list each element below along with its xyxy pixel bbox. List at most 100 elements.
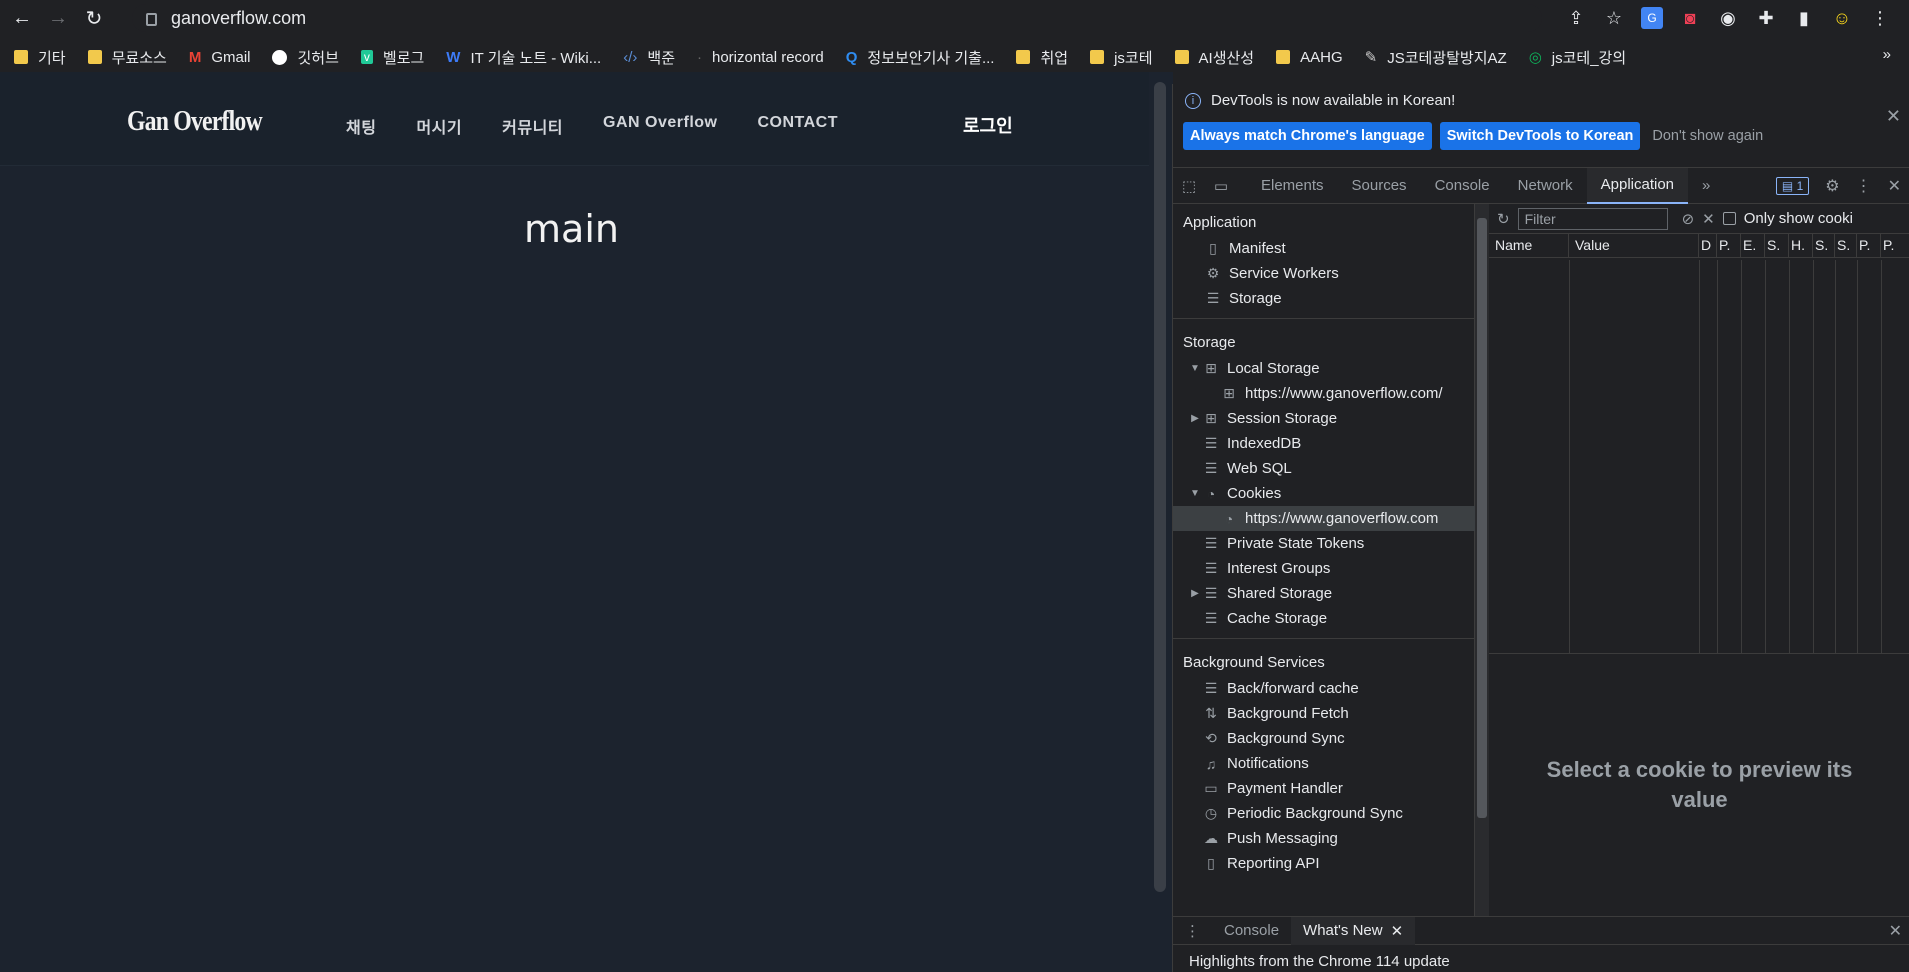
sidebar-item-notifications[interactable]: ♫ Notifications [1173,751,1475,776]
puzzle-icon[interactable]: ✚ [1755,7,1777,29]
expand-right-icon[interactable]: ▶ [1189,413,1201,424]
sidepanel-icon[interactable]: ▮ [1793,7,1815,29]
nav-misc[interactable]: 머시기 [416,114,462,138]
bookmark[interactable]: v 벨로그 [360,47,424,68]
sidebar-item-shared-storage[interactable]: ▶ ☰ Shared Storage [1173,581,1475,606]
sidebar-item-local-storage[interactable]: ▼ ⊞ Local Storage [1173,356,1475,381]
inspect-icon[interactable]: ⬚ [1173,170,1205,202]
nav-gan-overflow[interactable]: GAN Overflow [603,114,717,138]
drawer-menu-icon[interactable]: ⋮ [1173,917,1212,945]
sidebar-item-background-sync[interactable]: ⟲ Background Sync [1173,726,1475,751]
nav-contact[interactable]: CONTACT [757,114,838,138]
sidebar-item-cookies-origin[interactable]: ◔ https://www.ganoverflow.com [1173,506,1475,531]
device-toggle-icon[interactable]: ▭ [1205,170,1237,202]
col-size[interactable]: S. [1765,234,1789,257]
nav-chat[interactable]: 채팅 [346,114,376,138]
tab-elements[interactable]: Elements [1247,168,1338,204]
bookmarks-overflow[interactable]: » [1883,46,1891,63]
forward-arrow-icon[interactable]: → [44,4,72,32]
close-devtools-icon[interactable]: ✕ [1888,176,1901,196]
only-show-checkbox[interactable] [1722,212,1736,225]
sidebar-item-private-state-tokens[interactable]: ☰ Private State Tokens [1173,531,1475,556]
refresh-icon[interactable]: ↻ [1497,210,1510,228]
bookmark[interactable]: W IT 기술 노트 - Wiki... [446,47,601,68]
sidebar-item-payment-handler[interactable]: ▭ Payment Handler [1173,776,1475,801]
bookmark[interactable]: AI생산성 [1174,47,1254,68]
clear-filtered-icon[interactable]: ⊘ [1682,210,1695,228]
tab-sources[interactable]: Sources [1338,168,1421,204]
extension-icon[interactable]: ◉ [1717,7,1739,29]
close-drawer-icon[interactable]: ✕ [1889,921,1902,941]
bookmark[interactable]: 무료소스 [87,47,167,68]
more-tabs-icon[interactable]: » [1688,168,1724,204]
tab-console[interactable]: Console [1421,168,1504,204]
smiley-icon[interactable]: ☺ [1831,7,1853,29]
scrollbar-thumb[interactable] [1477,218,1487,818]
col-domain[interactable]: D [1699,234,1717,257]
sidebar-item-storage[interactable]: ☰ Storage [1173,286,1475,311]
menu-icon[interactable]: ⋮ [1869,7,1891,29]
login-button[interactable]: 로그인 [963,112,1013,138]
col-value[interactable]: Value [1569,234,1699,257]
star-icon[interactable]: ☆ [1603,7,1625,29]
sidebar-item-bfcache[interactable]: ☰ Back/forward cache [1173,676,1475,701]
sidebar-item-push-messaging[interactable]: ☁ Push Messaging [1173,826,1475,851]
col-secure[interactable]: S. [1813,234,1835,257]
sidebar-item-background-fetch[interactable]: ⇅ Background Fetch [1173,701,1475,726]
dont-show-again-button[interactable]: Don't show again [1652,128,1763,144]
tab-application[interactable]: Application [1586,167,1689,204]
switch-korean-button[interactable]: Switch DevTools to Korean [1439,122,1641,150]
sidebar-item-manifest[interactable]: ▯ Manifest [1173,236,1475,261]
col-path[interactable]: P. [1717,234,1741,257]
sidebar-item-indexeddb[interactable]: ☰ IndexedDB [1173,431,1475,456]
filter-input[interactable]: Filter [1517,207,1668,230]
scrollbar-thumb[interactable] [1154,82,1166,892]
sidebar-item-websql[interactable]: ☰ Web SQL [1173,456,1475,481]
expand-down-icon[interactable]: ▼ [1189,363,1201,374]
settings-gear-icon[interactable]: ⚙ [1825,176,1839,196]
issues-badge[interactable]: ▤ 1 [1775,177,1810,195]
bookmark[interactable]: Q 정보보안기사 기출... [846,47,995,68]
expand-down-icon[interactable]: ▼ [1189,488,1201,499]
share-icon[interactable]: ⇪ [1565,7,1587,29]
sidebar-item-service-workers[interactable]: ⚙ Service Workers [1173,261,1475,286]
expand-right-icon[interactable]: ▶ [1189,588,1201,599]
col-priority[interactable]: P. [1881,234,1905,257]
sidebar-item-cache-storage[interactable]: ☰ Cache Storage [1173,606,1475,631]
delete-selected-icon[interactable]: ✕ [1702,210,1715,228]
bookmark[interactable]: js코테 [1090,47,1153,68]
site-logo[interactable]: Gan Overflow [127,105,263,138]
sidebar-item-periodic-sync[interactable]: ◷ Periodic Background Sync [1173,801,1475,826]
col-httponly[interactable]: H. [1789,234,1813,257]
nav-community[interactable]: 커뮤니티 [502,114,563,138]
sidebar-item-local-storage-origin[interactable]: ⊞ https://www.ganoverflow.com/ [1173,381,1475,406]
bookmark[interactable]: AAHG [1276,49,1343,66]
col-name[interactable]: Name [1489,234,1569,257]
close-icon[interactable]: ✕ [1886,106,1901,127]
bookmark[interactable]: M Gmail [189,49,251,66]
pocket-icon[interactable]: ◙ [1679,7,1701,29]
bookmark[interactable]: · horizontal record [697,49,824,66]
bookmark[interactable]: ‹/› 백준 [623,47,675,68]
bookmark[interactable]: 깃허브 [272,47,339,68]
sidebar-item-session-storage[interactable]: ▶ ⊞ Session Storage [1173,406,1475,431]
tab-network[interactable]: Network [1504,168,1587,204]
sidebar-item-reporting-api[interactable]: ▯ Reporting API [1173,851,1475,876]
col-partition[interactable]: P. [1857,234,1881,257]
close-tab-icon[interactable]: ✕ [1391,922,1404,940]
sidebar-item-cookies[interactable]: ▼ ◔ Cookies [1173,481,1475,506]
drawer-tab-console[interactable]: Console [1212,917,1291,945]
back-arrow-icon[interactable]: ← [8,4,36,32]
col-expires[interactable]: E. [1741,234,1765,257]
bookmark[interactable]: 취업 [1016,47,1068,68]
bookmark[interactable]: 기타 [14,47,66,68]
sidebar-item-interest-groups[interactable]: ☰ Interest Groups [1173,556,1475,581]
translate-icon[interactable]: G [1641,7,1663,29]
sidebar-scrollbar[interactable] [1475,204,1489,916]
bookmark[interactable]: ✎ JS코테광탈방지AZ [1365,47,1507,68]
address-bar[interactable]: ganoverflow.com [132,4,1542,32]
more-options-icon[interactable]: ⋮ [1856,176,1872,196]
page-scrollbar[interactable] [1149,72,1173,972]
reload-icon[interactable]: ↻ [80,4,108,32]
match-language-button[interactable]: Always match Chrome's language [1183,122,1432,150]
